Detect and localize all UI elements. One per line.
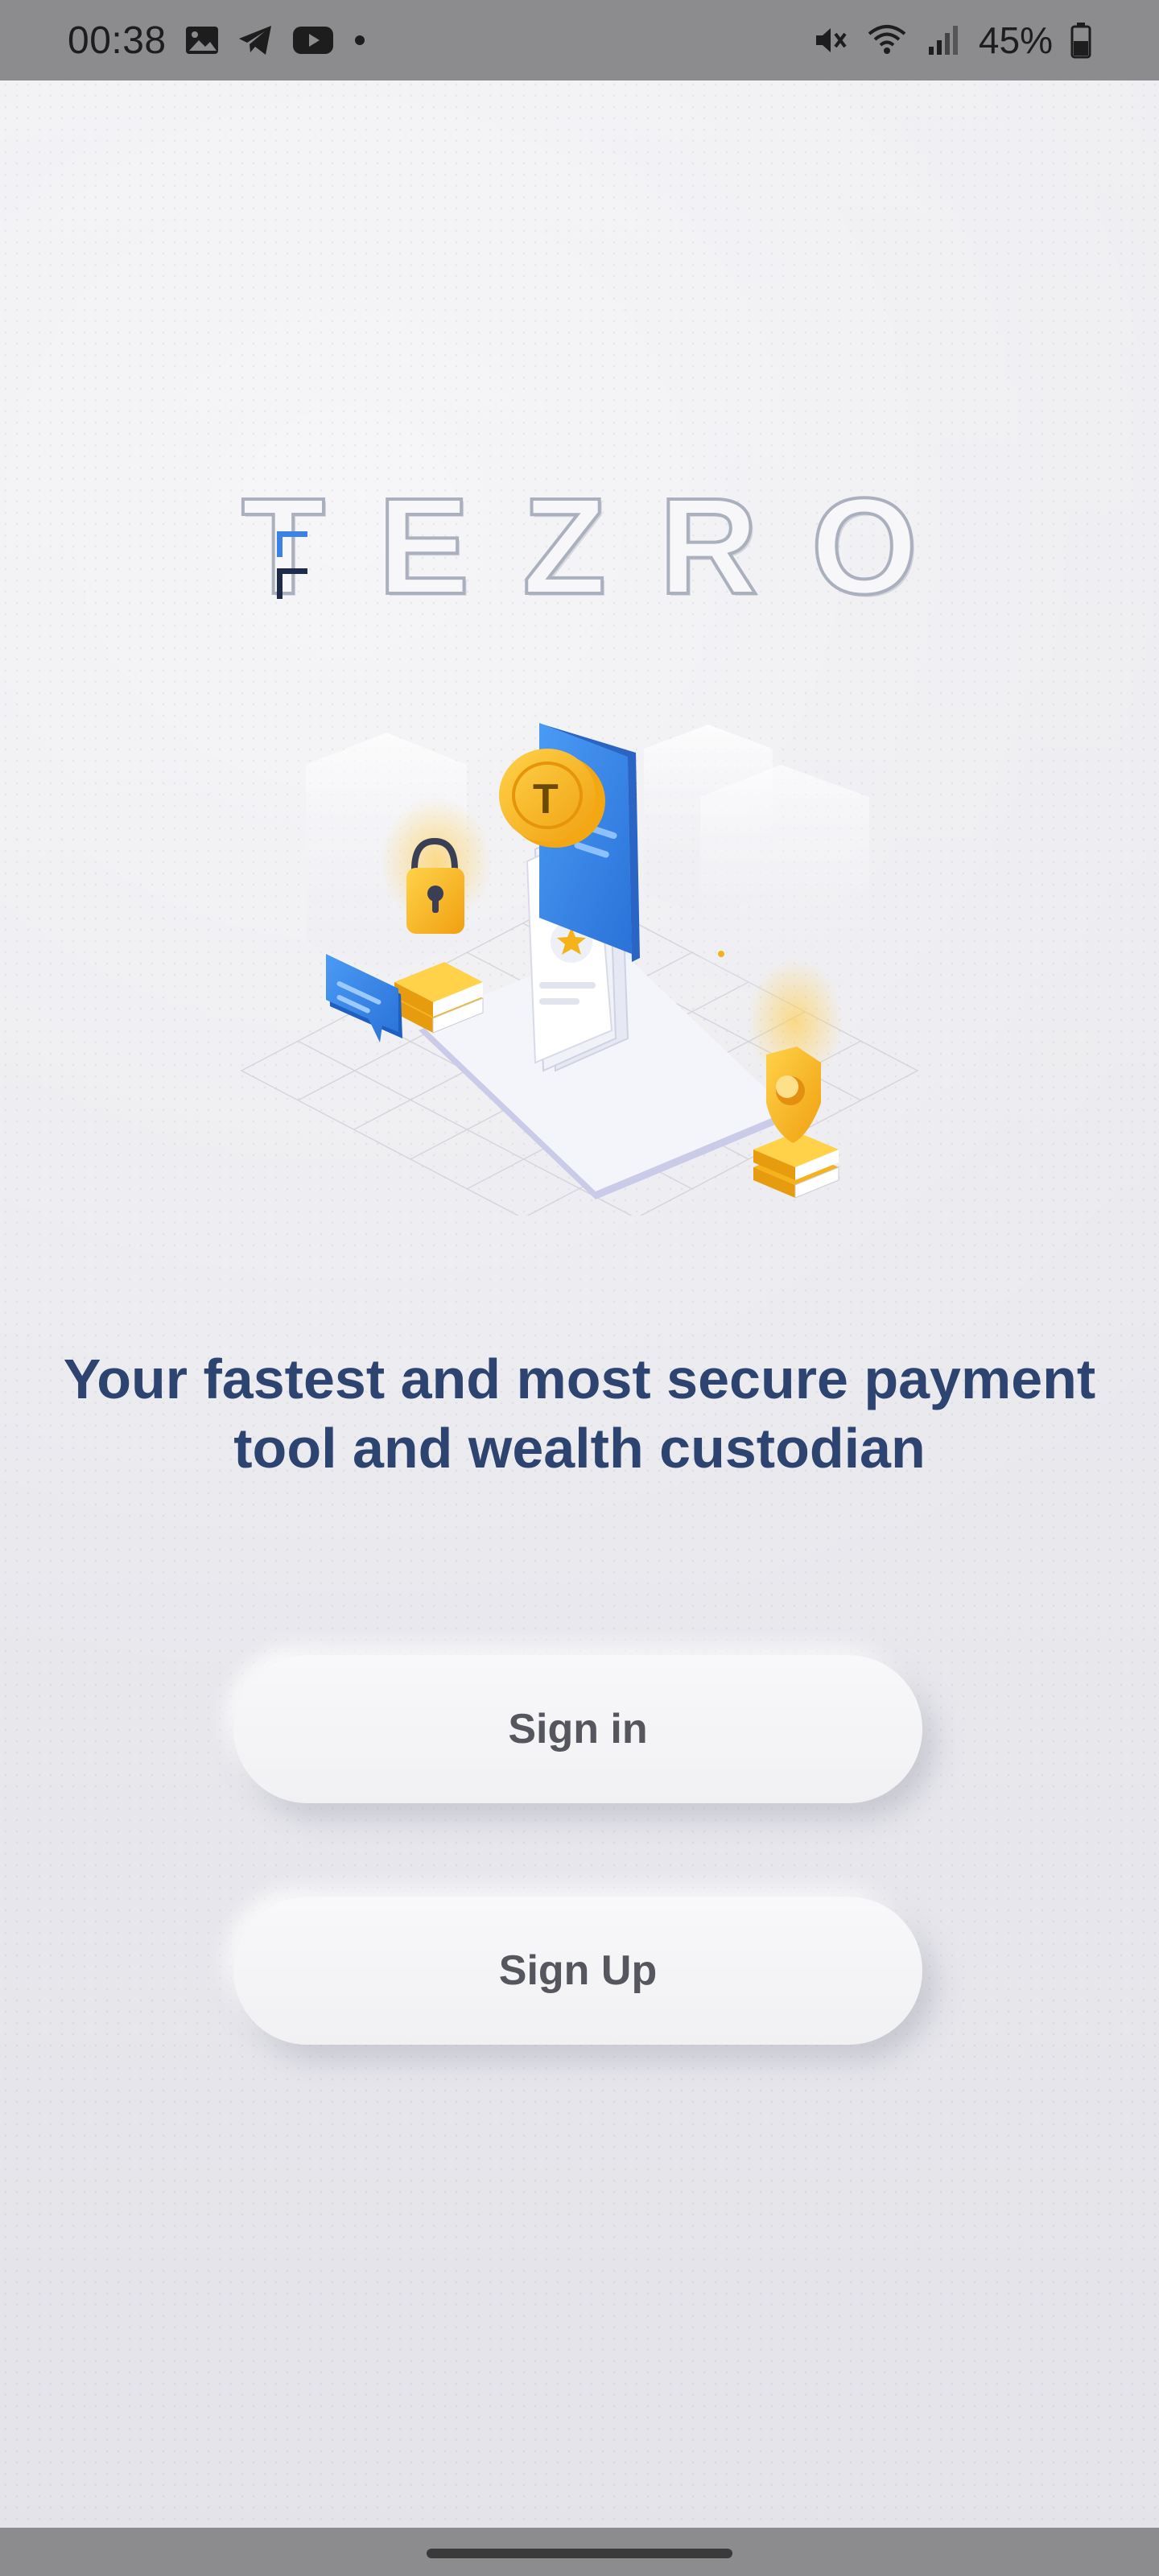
tagline-line-1: Your fastest and most secure payment <box>63 1348 1096 1410</box>
status-bar-left: 00:38 <box>68 19 368 63</box>
logo-letter-r: R <box>658 470 760 623</box>
dotted-background <box>0 0 1159 2576</box>
battery-icon <box>1070 22 1091 59</box>
gallery-icon <box>184 24 220 56</box>
status-bar: 00:38 45% <box>0 0 1159 80</box>
home-indicator[interactable] <box>427 2549 732 2558</box>
status-time: 00:38 <box>68 19 167 62</box>
logo-accent-mark <box>277 531 307 599</box>
telegram-icon <box>237 24 274 56</box>
mute-icon <box>813 23 848 58</box>
tagline-line-2: tool and wealth custodian <box>233 1417 926 1480</box>
wifi-icon <box>866 23 908 58</box>
shield-icon <box>747 958 843 1199</box>
logo-letter-o: O <box>810 470 919 623</box>
logo-letter-z: Z <box>521 470 608 623</box>
dot-icon <box>352 32 368 48</box>
security-illustration: T <box>240 723 919 1216</box>
status-bar-right: 45% <box>813 19 1091 62</box>
signal-icon <box>926 23 961 58</box>
svg-text:T: T <box>533 776 559 823</box>
youtube-icon <box>292 24 334 56</box>
logo-letter-e: E <box>377 470 471 623</box>
navigation-bar <box>0 2528 1159 2576</box>
welcome-screen: 00:38 45% T E Z R O T Your fastest and m… <box>0 0 1159 2576</box>
sparkle-dot <box>718 951 724 957</box>
sign-up-button[interactable]: Sign Up <box>233 1897 922 2045</box>
tagline: Your fastest and most secure payment too… <box>32 1344 1127 1483</box>
sign-in-button[interactable]: Sign in <box>233 1655 922 1803</box>
battery-percent: 45% <box>978 19 1053 61</box>
tezro-logo: T E Z R O <box>240 470 919 623</box>
